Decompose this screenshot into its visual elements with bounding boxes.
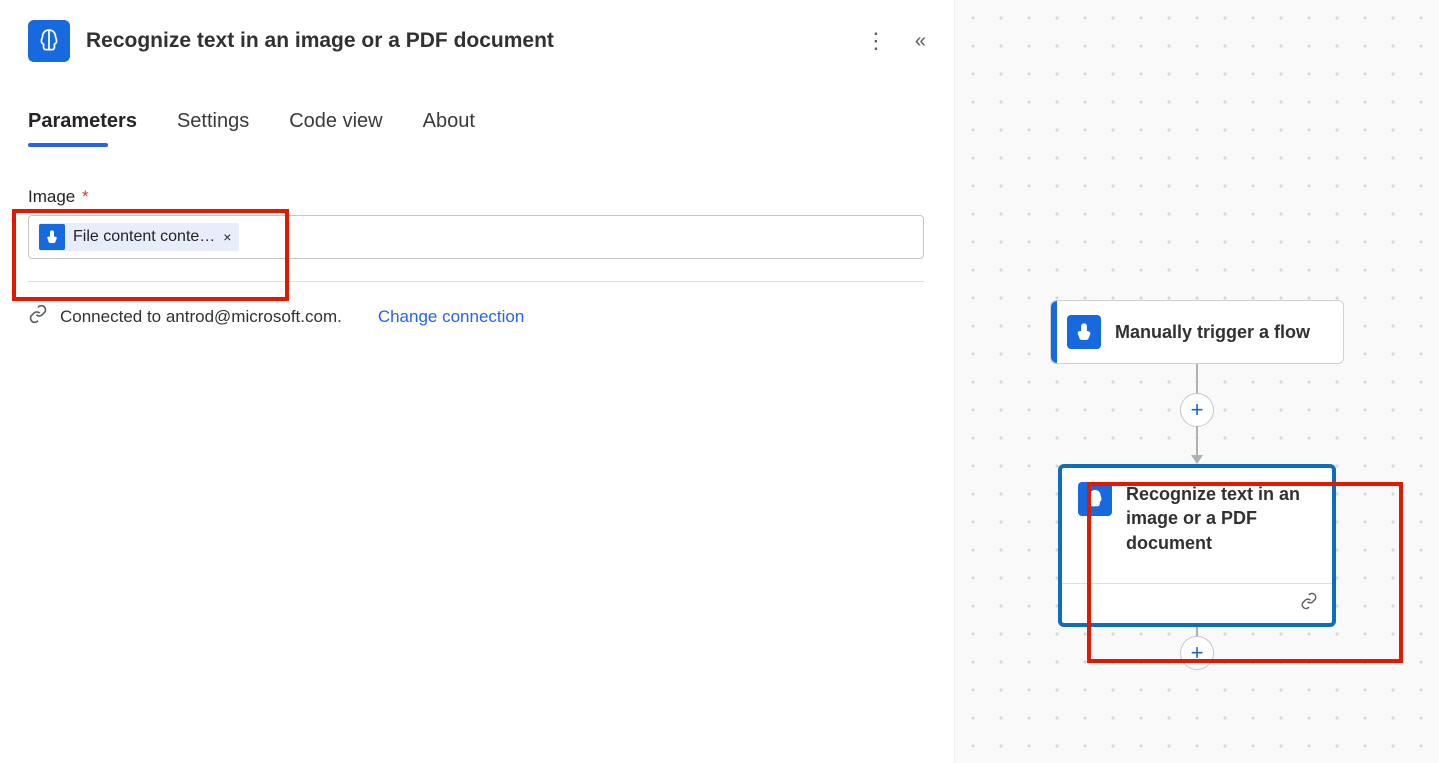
- connection-row: Connected to antrod@microsoft.com. Chang…: [28, 304, 926, 329]
- ai-builder-icon: [1078, 482, 1112, 516]
- node-accent: [1051, 301, 1057, 363]
- image-field: Image * File content conte… ×: [28, 187, 926, 259]
- tab-about[interactable]: About: [423, 110, 475, 145]
- token-remove-icon[interactable]: ×: [223, 229, 231, 245]
- add-step-button[interactable]: +: [1180, 393, 1214, 427]
- trigger-label: Manually trigger a flow: [1115, 320, 1310, 344]
- flow-column: Manually trigger a flow + Recognize text…: [1050, 300, 1344, 669]
- label-text: Image: [28, 187, 75, 206]
- image-input[interactable]: File content conte… ×: [28, 215, 924, 259]
- tab-settings[interactable]: Settings: [177, 110, 249, 145]
- tab-bar: Parameters Settings Code view About: [28, 110, 926, 145]
- flow-canvas[interactable]: Manually trigger a flow + Recognize text…: [955, 0, 1439, 763]
- trigger-node[interactable]: Manually trigger a flow: [1050, 300, 1344, 364]
- more-menu-icon[interactable]: ⋮: [865, 30, 887, 52]
- connection-icon: [28, 304, 48, 329]
- dynamic-content-token[interactable]: File content conte… ×: [39, 223, 239, 251]
- divider: [28, 281, 924, 282]
- action-config-panel: Recognize text in an image or a PDF docu…: [0, 0, 955, 763]
- collapse-panel-icon[interactable]: «: [915, 30, 926, 53]
- change-connection-link[interactable]: Change connection: [378, 307, 525, 327]
- action-node-selected[interactable]: Recognize text in an image or a PDF docu…: [1058, 464, 1336, 627]
- panel-header: Recognize text in an image or a PDF docu…: [28, 20, 926, 62]
- image-field-label: Image *: [28, 187, 926, 207]
- panel-title: Recognize text in an image or a PDF docu…: [86, 29, 849, 53]
- tab-parameters[interactable]: Parameters: [28, 110, 137, 145]
- connection-icon: [1300, 592, 1318, 615]
- action-label: Recognize text in an image or a PDF docu…: [1126, 482, 1316, 555]
- node-footer: [1062, 583, 1332, 623]
- required-mark: *: [82, 187, 89, 206]
- add-step-button[interactable]: +: [1180, 636, 1214, 670]
- arrow-down-icon: [1191, 455, 1203, 464]
- token-text: File content conte…: [73, 228, 215, 246]
- touch-icon: [39, 224, 65, 250]
- connection-text: Connected to antrod@microsoft.com.: [60, 307, 342, 327]
- edge: [1196, 426, 1198, 456]
- ai-builder-icon: [28, 20, 70, 62]
- tab-code-view[interactable]: Code view: [289, 110, 382, 145]
- edge: [1196, 364, 1198, 394]
- touch-icon: [1067, 315, 1101, 349]
